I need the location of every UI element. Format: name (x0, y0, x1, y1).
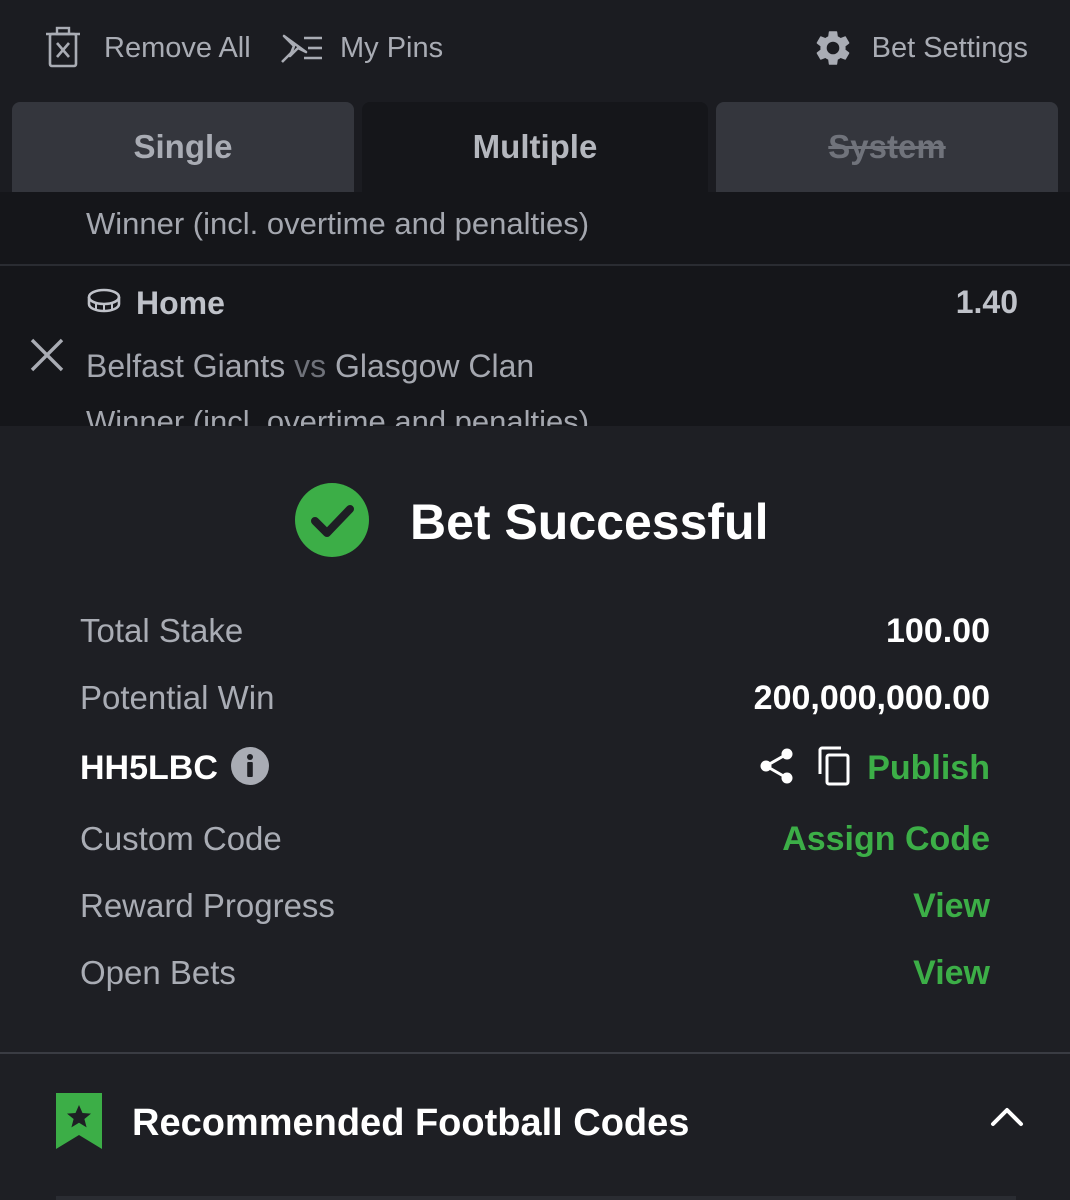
open-bets-row: Open Bets View (80, 950, 990, 996)
assign-code-button[interactable]: Assign Code (782, 820, 990, 859)
selection-market: Winner (incl. overtime and penalties) (86, 404, 590, 426)
home-team: Belfast Giants (86, 348, 286, 384)
share-icon[interactable] (759, 747, 795, 790)
custom-code-row: Custom Code Assign Code (80, 816, 990, 862)
recommended-codes-title: Recommended Football Codes (132, 1101, 690, 1144)
close-icon[interactable] (28, 336, 66, 379)
total-stake-label: Total Stake (80, 612, 244, 649)
market-label: Winner (incl. overtime and penalties) (86, 206, 590, 241)
panel-divider (0, 1052, 1070, 1054)
selection-odds: 1.40 (955, 284, 1018, 320)
my-pins-button[interactable]: My Pins (280, 22, 443, 74)
success-header: Bet Successful (294, 482, 769, 563)
chevron-up-icon[interactable] (990, 1104, 1024, 1133)
tab-system[interactable]: System (716, 102, 1058, 192)
recommended-codes-header[interactable]: Recommended Football Codes (54, 1092, 1024, 1154)
bet-settings-button[interactable]: Bet Settings (812, 22, 1028, 74)
booking-code: HH5LBC (80, 748, 218, 787)
bookmark-star-icon (54, 1091, 104, 1156)
booking-code-group: HH5LBC (80, 746, 270, 791)
my-pins-label: My Pins (340, 31, 444, 64)
custom-code-label: Custom Code (80, 820, 282, 857)
betslip-toolbar: Remove All My Pins Bet Settings (0, 0, 1070, 96)
reward-progress-view-button[interactable]: View (913, 887, 990, 926)
gear-icon (812, 27, 854, 69)
potential-win-label: Potential Win (80, 679, 275, 716)
publish-button[interactable]: Publish (867, 749, 990, 788)
check-circle-icon (294, 482, 370, 563)
bet-type-tabs: Single Multiple System (12, 102, 1058, 192)
open-bets-label: Open Bets (80, 954, 236, 991)
selection-pick: Home (136, 284, 225, 321)
pin-list-icon (280, 30, 324, 66)
hockey-puck-icon (86, 287, 122, 320)
tab-multiple[interactable]: Multiple (362, 102, 708, 192)
potential-win-row: Potential Win 200,000,000.00 (80, 675, 990, 721)
list-divider (0, 264, 1070, 266)
betslip-page: Remove All My Pins Bet Settings Single M… (0, 0, 1070, 1200)
delete-list-icon (44, 26, 82, 70)
info-icon[interactable] (230, 746, 270, 791)
selection-header: Home (86, 282, 225, 324)
reward-progress-label: Reward Progress (80, 887, 335, 924)
success-title: Bet Successful (410, 494, 769, 550)
booking-code-actions: Publish (759, 746, 990, 791)
vs-separator: vs (294, 348, 327, 384)
tab-single[interactable]: Single (12, 102, 354, 192)
open-bets-view-button[interactable]: View (913, 954, 990, 993)
bet-success-panel: Bet Successful Total Stake 100.00 Potent… (0, 426, 1070, 1200)
total-stake-row: Total Stake 100.00 (80, 608, 990, 654)
copy-icon[interactable] (817, 746, 851, 791)
remove-all-label: Remove All (104, 31, 251, 64)
match-name: Belfast Giants vs Glasgow Clan (86, 348, 534, 385)
away-team: Glasgow Clan (334, 348, 535, 384)
bet-settings-label: Bet Settings (871, 31, 1028, 64)
bet-selection-list: Winner (incl. overtime and penalties) Ho… (0, 192, 1070, 426)
total-stake-value: 100.00 (886, 611, 990, 650)
potential-win-value: 200,000,000.00 (753, 678, 990, 717)
booking-code-row: HH5LBC Publish (80, 745, 990, 791)
reward-progress-row: Reward Progress View (80, 883, 990, 929)
list-bottom-edge (56, 1196, 1016, 1200)
remove-all-button[interactable]: Remove All (44, 22, 251, 74)
